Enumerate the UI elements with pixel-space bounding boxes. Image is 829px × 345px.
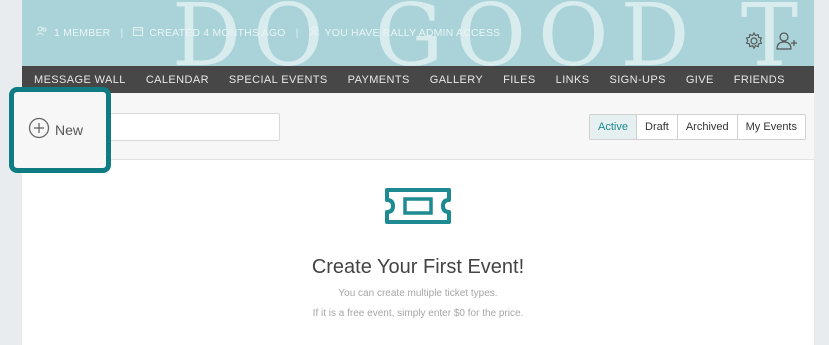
group-meta: 1 MEMBER | CREATED 4 MONTHS AGO | YOU HA… [36,26,500,39]
meta-divider: | [295,26,299,39]
new-event-button[interactable]: New [9,87,111,173]
nav-item-special-events[interactable]: SPECIAL EVENTS [219,74,338,86]
main-frame: DO GOOD TODAY 1 MEMBER | CREATED 4 MONTH… [22,0,814,345]
filter-draft[interactable]: Draft [636,115,677,139]
empty-state: Create Your First Event! You can create … [22,160,814,340]
member-count: 1 MEMBER [54,26,111,39]
calendar-icon [133,26,144,39]
nav-item-payments[interactable]: PAYMENTS [338,74,420,86]
filter-archived[interactable]: Archived [676,115,737,139]
members-icon [36,26,48,39]
access-level: YOU HAVE RALLY ADMIN ACCESS [324,26,501,39]
filter-active[interactable]: Active [590,115,636,139]
created-date: CREATED 4 MONTHS AGO [149,26,286,39]
group-banner: DO GOOD TODAY 1 MEMBER | CREATED 4 MONTH… [22,0,814,66]
nav-item-files[interactable]: FILES [493,74,546,86]
add-person-icon[interactable] [776,31,798,56]
header-actions [744,31,798,56]
ticket-icon [383,180,453,237]
nav-item-give[interactable]: GIVE [676,74,724,86]
empty-state-line-1: You can create multiple ticket types. [338,288,498,299]
nav-item-sign-ups[interactable]: SIGN-UPS [599,74,675,86]
search-input[interactable] [86,113,280,141]
nav-item-calendar[interactable]: CALENDAR [136,74,219,86]
gear-icon[interactable] [744,31,764,56]
user-icon [308,26,319,39]
nav-item-gallery[interactable]: GALLERY [420,74,493,86]
status-filter-group: Active Draft Archived My Events [589,114,806,140]
plus-circle-icon [28,117,50,144]
empty-state-line-2: If it is a free event, simply enter $0 f… [312,308,524,319]
main-nav: MESSAGE WALL CALENDAR SPECIAL EVENTS PAY… [22,66,814,93]
nav-item-links[interactable]: LINKS [546,74,600,86]
filter-my-events[interactable]: My Events [736,115,805,139]
nav-item-friends[interactable]: FRIENDS [724,74,795,86]
meta-divider: | [120,26,124,39]
events-toolbar: Active Draft Archived My Events [22,93,814,160]
new-button-label: New [55,122,84,138]
empty-state-title: Create Your First Event! [311,256,525,278]
nav-item-message-wall[interactable]: MESSAGE WALL [22,74,136,86]
